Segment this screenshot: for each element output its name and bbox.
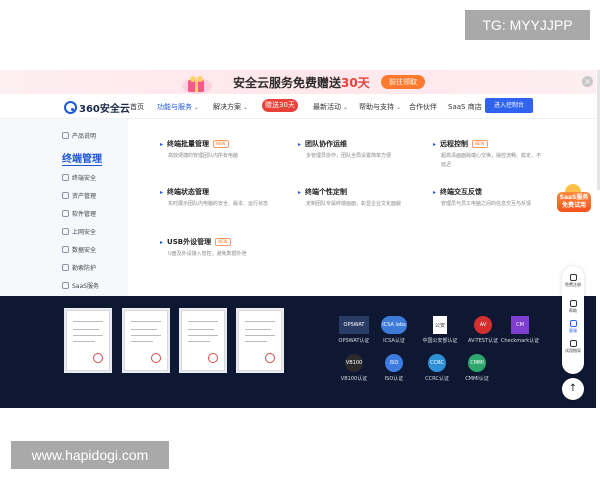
logo-text: 360安全云 — [79, 103, 130, 115]
help-tool[interactable]: 帮助 — [562, 300, 584, 313]
claim-button[interactable]: 前往领取 — [381, 75, 425, 89]
new-badge: NEW — [213, 140, 229, 148]
feature-endpoint-status[interactable]: ▸ 终端状态管理 实时展示团队内电脑的安全、版本、运行状态 — [160, 187, 270, 209]
sidebar-item-ransomware-protection[interactable]: 勒索防护 — [62, 261, 96, 273]
arrow-right-icon: ▸ — [160, 188, 164, 196]
certificate-image — [66, 310, 110, 371]
nav-item-activities[interactable]: 最新活动 ⌄ — [313, 102, 348, 112]
saas-trial-label: SaaS服务免费试用 — [557, 192, 591, 212]
trial-guide-tool[interactable]: 试用指导 — [562, 340, 584, 353]
feature-description: U盘及外设接入管控，避免数据外泄 — [168, 251, 247, 257]
av-test-logo-icon: AV — [474, 316, 492, 334]
banner-close-icon[interactable]: × — [582, 76, 593, 87]
opswat-logo-icon: OPSWAT — [339, 316, 369, 334]
floating-toolbar: 免费注册 帮助 客服 试用指导 — [562, 266, 584, 374]
database-icon — [62, 245, 69, 253]
cmmi-logo-icon: CMMI — [468, 354, 486, 372]
sidebar-item-asset-management[interactable]: 资产管理 — [62, 189, 96, 201]
certificate-image — [124, 310, 168, 371]
headset-icon — [569, 320, 577, 327]
certificate-image — [238, 310, 282, 371]
certificate-image — [181, 310, 225, 371]
sidebar-item-product-intro[interactable]: 产品说明 — [62, 129, 96, 141]
nav-item-features[interactable]: 功能与服务 ⌄ — [157, 102, 199, 112]
nav-item-solutions[interactable]: 解决方案 ⌄ — [213, 102, 248, 112]
promo-banner[interactable]: 安全云服务免费赠送30天 前往领取 × — [0, 70, 596, 94]
back-to-top-button[interactable]: ↑ — [562, 378, 584, 400]
feature-endpoint-customization[interactable]: ▸ 终端个性定制 定制团队专属终端画面，彰显企业文化面貌 — [298, 187, 408, 209]
lock-icon — [62, 263, 69, 271]
features-dropdown-menu: 产品说明 终端管理 终端安全 资产管理 软件管理 上网安全 数据安全 勒索防护 … — [0, 118, 596, 297]
arrow-right-icon: ▸ — [160, 140, 164, 148]
user-add-icon — [569, 274, 577, 281]
logo-mark-icon — [64, 100, 77, 114]
customer-service-tool[interactable]: 客服 — [562, 320, 584, 333]
nav-badge-free-30-days[interactable]: 赠送30天 — [262, 99, 298, 112]
sidebar-item-software-management[interactable]: 软件管理 — [62, 207, 96, 219]
software-icon — [62, 209, 69, 217]
guide-icon — [569, 340, 577, 347]
arrow-right-icon: ▸ — [433, 140, 437, 148]
sidebar-item-internet-security[interactable]: 上网安全 — [62, 225, 96, 237]
new-badge: NEW — [215, 238, 231, 246]
watermark-top: TG: MYYJJPP — [465, 10, 590, 40]
sidebar-item-data-security[interactable]: 数据安全 — [62, 243, 96, 255]
sidebar-item-saas-service[interactable]: SaaS服务 — [62, 279, 99, 291]
cert-badge-checkmark: CM Checkmark认证 — [493, 316, 547, 344]
shield-icon — [62, 173, 69, 181]
ccrc-logo-icon: CCRC — [428, 354, 446, 372]
document-icon — [62, 131, 69, 139]
arrow-right-icon: ▸ — [298, 188, 302, 196]
vb100-logo-icon: VB100 — [345, 354, 363, 372]
feature-description: 管理员与员工电脑之间的信息交互与反馈 — [441, 201, 532, 207]
feature-batch-management[interactable]: ▸ 终端批量管理 NEW 高效便捷的管理团队内所有电脑 — [160, 139, 270, 161]
chevron-down-icon: ⌄ — [396, 104, 402, 111]
feature-description: 实时展示团队内电脑的安全、版本、运行状态 — [168, 201, 269, 207]
nav-item-saas-store[interactable]: SaaS 商店 — [448, 102, 482, 112]
globe-icon — [62, 227, 69, 235]
chevron-down-icon: ⌄ — [343, 104, 349, 111]
sidebar-item-endpoint-management[interactable]: 终端管理 — [62, 150, 102, 166]
feature-description: 高效便捷的管理团队内所有电脑 — [168, 153, 239, 159]
dropdown-sidebar: 产品说明 终端管理 终端安全 资产管理 软件管理 上网安全 数据安全 勒索防护 … — [0, 119, 128, 297]
saas-trial-float[interactable]: SaaS服务免费试用 — [553, 182, 593, 212]
nav-item-home[interactable]: 首页 — [130, 102, 144, 112]
help-doc-icon — [569, 300, 577, 307]
brand-logo[interactable]: 360安全云 — [64, 100, 130, 115]
sidebar-item-endpoint-security[interactable]: 终端安全 — [62, 171, 96, 183]
console-button[interactable]: 进入控制台 — [485, 98, 533, 113]
banner-headline-highlight: 30天 — [341, 76, 370, 90]
feature-usb-management[interactable]: ▸ USB外设管理 NEW U盘及外设接入管控，避免数据外泄 — [160, 237, 270, 259]
arrow-right-icon: ▸ — [298, 140, 302, 148]
cloud-icon — [62, 281, 69, 289]
nav-item-partners[interactable]: 合作伙伴 — [409, 102, 437, 112]
feature-remote-control[interactable]: ▸ 远程控制 NEW 超高清画面跨端心交换，操控流畅、稳定、不延迟 — [433, 139, 543, 170]
feature-description: 定制团队专属终端画面，彰显企业文化面貌 — [306, 201, 402, 207]
feature-team-collaboration[interactable]: ▸ 团队协作运维 多管理员协作，团队全局设置简单方便 — [298, 139, 408, 161]
feature-description: 超高清画面跨端心交换，操控流畅、稳定、不延迟 — [441, 153, 542, 168]
chevron-down-icon: ⌄ — [194, 104, 200, 111]
icsa-logo-icon: ICSA labs — [381, 316, 407, 334]
asset-icon — [62, 191, 69, 199]
nav-item-help[interactable]: 帮助与支持 ⌄ — [359, 102, 401, 112]
chevron-down-icon: ⌄ — [243, 104, 249, 111]
watermark-bottom: www.hapidogi.com — [11, 441, 169, 469]
arrow-right-icon: ▸ — [433, 188, 437, 196]
gift-icon — [182, 76, 212, 94]
banner-headline: 安全云服务免费赠送30天 — [233, 76, 370, 90]
top-navigation: 360安全云 首页 功能与服务 ⌄ 解决方案 ⌄ 赠送30天 最新活动 ⌄ 帮助与支持… — [0, 94, 596, 118]
register-tool[interactable]: 免费注册 — [562, 274, 584, 287]
new-badge: NEW — [472, 140, 488, 148]
iso-logo-icon: ISO — [385, 354, 403, 372]
cert-badge-cmmi: CMMI CMMI认证 — [450, 354, 504, 382]
feature-endpoint-feedback[interactable]: ▸ 终端交互反馈 管理员与员工电脑之间的信息交互与反馈 — [433, 187, 543, 209]
page-viewport: 安全云服务免费赠送30天 前往领取 × 360安全云 首页 功能与服务 ⌄ 解决方… — [0, 70, 596, 408]
certification-section: OPSWAT OPSWAT认证 ICSA labs ICSA认证 公安 中国公安… — [0, 296, 596, 408]
arrow-right-icon: ▸ — [160, 238, 164, 246]
police-cert-icon: 公安 — [433, 316, 447, 334]
feature-description: 多管理员协作，团队全局设置简单方便 — [306, 153, 392, 159]
checkmark-logo-icon: CM — [511, 316, 529, 334]
